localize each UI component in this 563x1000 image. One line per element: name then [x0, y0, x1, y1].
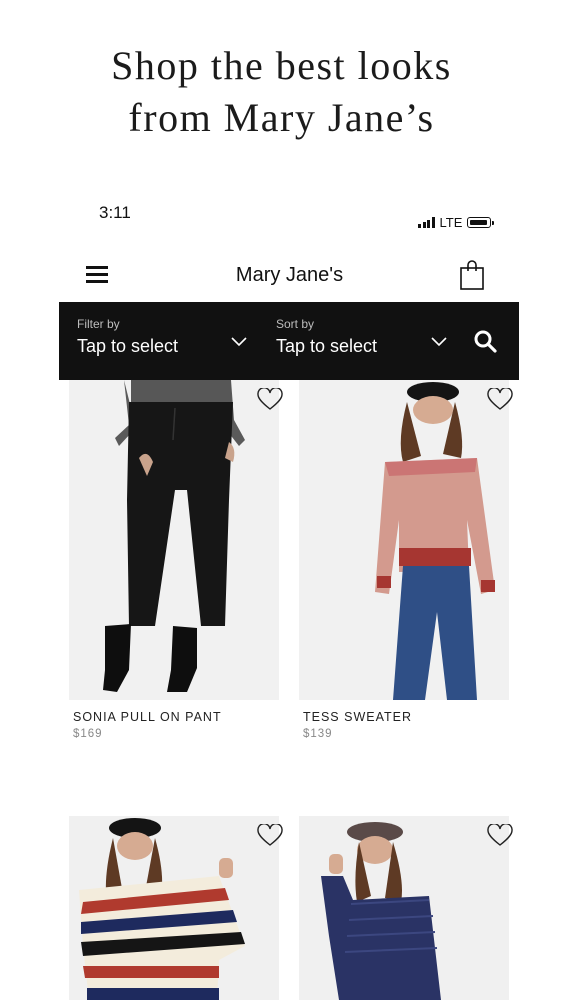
- promo-line-2: from Mary Jane’s: [128, 95, 435, 140]
- search-icon[interactable]: [473, 329, 497, 353]
- promo-line-1: Shop the best looks: [111, 43, 452, 88]
- heart-icon[interactable]: [257, 824, 283, 848]
- product-card[interactable]: SONIA PULL ON PANT $169: [69, 380, 283, 760]
- product-price: $139: [303, 728, 333, 740]
- product-image[interactable]: [299, 380, 509, 700]
- status-indicators: LTE: [418, 213, 495, 231]
- product-image[interactable]: [69, 380, 279, 700]
- sort-value: Tap to select: [276, 336, 378, 356]
- filter-value: Tap to select: [77, 336, 179, 356]
- chevron-down-icon[interactable]: [231, 337, 247, 347]
- network-label: LTE: [439, 214, 463, 230]
- product-name[interactable]: TESS SWEATER: [303, 710, 412, 724]
- app-title: Mary Jane's: [235, 264, 344, 286]
- promo-headline: Shop the best looks from Mary Jane’s: [0, 40, 563, 144]
- battery-icon: [467, 216, 495, 228]
- status-time: 3:11: [99, 203, 131, 222]
- product-name[interactable]: SONIA PULL ON PANT: [73, 710, 222, 724]
- heart-icon[interactable]: [257, 388, 283, 412]
- chevron-down-icon[interactable]: [431, 337, 447, 347]
- product-card[interactable]: TESS SWEATER $139: [299, 380, 513, 760]
- heart-icon[interactable]: [487, 824, 513, 848]
- product-card[interactable]: [299, 816, 513, 1000]
- sort-dropdown[interactable]: Sort by Tap to select: [276, 317, 377, 357]
- shopping-bag-icon[interactable]: [459, 259, 485, 291]
- heart-icon[interactable]: [487, 388, 513, 412]
- product-card[interactable]: [69, 816, 283, 1000]
- product-image[interactable]: [299, 816, 509, 1000]
- filter-label: Filter by: [77, 317, 120, 331]
- product-price: $169: [73, 728, 103, 740]
- product-image[interactable]: [69, 816, 279, 1000]
- filter-dropdown[interactable]: Filter by Tap to select: [77, 317, 178, 357]
- app-header: Mary Jane's: [60, 253, 519, 299]
- signal-icon: [418, 216, 435, 228]
- filter-sort-bar: Filter by Tap to select Sort by Tap to s…: [59, 302, 519, 380]
- sort-label: Sort by: [276, 317, 315, 331]
